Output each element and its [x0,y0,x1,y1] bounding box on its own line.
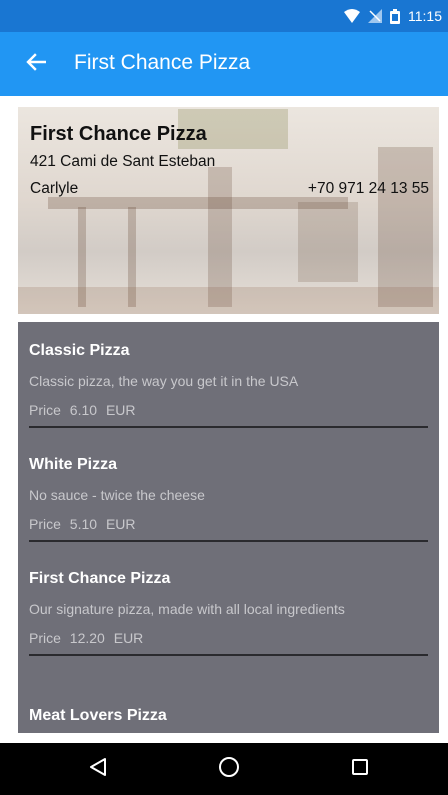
price-currency: EUR [105,516,136,532]
menu-item[interactable]: First Chance Pizza Our signature pizza, … [29,550,428,658]
menu-item[interactable]: White Pizza No sauce - twice the cheese … [29,436,428,544]
menu-item-name: Classic Pizza [29,342,130,359]
menu-item-name: Meat Lovers Pizza [29,707,167,724]
menu-item-description: No sauce - twice the cheese [29,487,205,503]
restaurant-phone[interactable]: +70 971 24 13 55 [308,180,429,198]
menu-item-name: White Pizza [29,456,118,473]
price-value: 12.20 [69,630,105,646]
restaurant-address: 421 Cami de Sant Esteban [30,153,216,170]
wifi-icon [344,9,360,23]
nav-recents-button[interactable] [340,753,380,785]
back-triangle-icon [89,757,107,782]
divider [29,654,428,656]
menu-item-price: Price 5.10 EUR [29,516,136,532]
menu-item-price: Price 6.10 EUR [29,402,136,418]
price-label: Price [29,402,61,418]
nav-back-button[interactable] [78,753,118,785]
price-currency: EUR [105,402,136,418]
price-label: Price [29,630,61,646]
price-label: Price [29,516,61,532]
menu-item-description: Classic pizza, the way you get it in the… [29,373,299,389]
back-button[interactable] [18,48,54,80]
arrow-left-icon [26,52,47,76]
app-bar-title: First Chance Pizza [74,51,251,74]
restaurant-city: Carlyle [30,180,79,197]
battery-icon [390,8,400,24]
divider [29,426,428,428]
status-bar: 11:15 [0,0,448,32]
menu-item[interactable]: Meat Lovers Pizza [29,687,428,733]
price-value: 5.10 [69,516,98,532]
menu-item-name: First Chance Pizza [29,570,171,587]
menu-item[interactable]: Classic Pizza Classic pizza, the way you… [29,322,428,430]
menu-list[interactable]: Classic Pizza Classic pizza, the way you… [18,322,439,733]
signal-icon [368,9,382,23]
nav-home-button[interactable] [209,753,249,785]
recents-square-icon [351,758,369,781]
app-bar: First Chance Pizza [0,32,448,96]
restaurant-name: First Chance Pizza [30,123,207,145]
divider [29,540,428,542]
price-value: 6.10 [69,402,98,418]
menu-item-description: Our signature pizza, made with all local… [29,601,345,617]
price-currency: EUR [113,630,144,646]
navigation-bar [0,743,448,795]
status-icons: 11:15 [344,7,442,25]
clock-text: 11:15 [408,8,442,24]
menu-item-price: Price 12.20 EUR [29,630,143,646]
home-circle-icon [218,756,240,783]
restaurant-header-card: First Chance Pizza 421 Cami de Sant Este… [18,107,439,314]
